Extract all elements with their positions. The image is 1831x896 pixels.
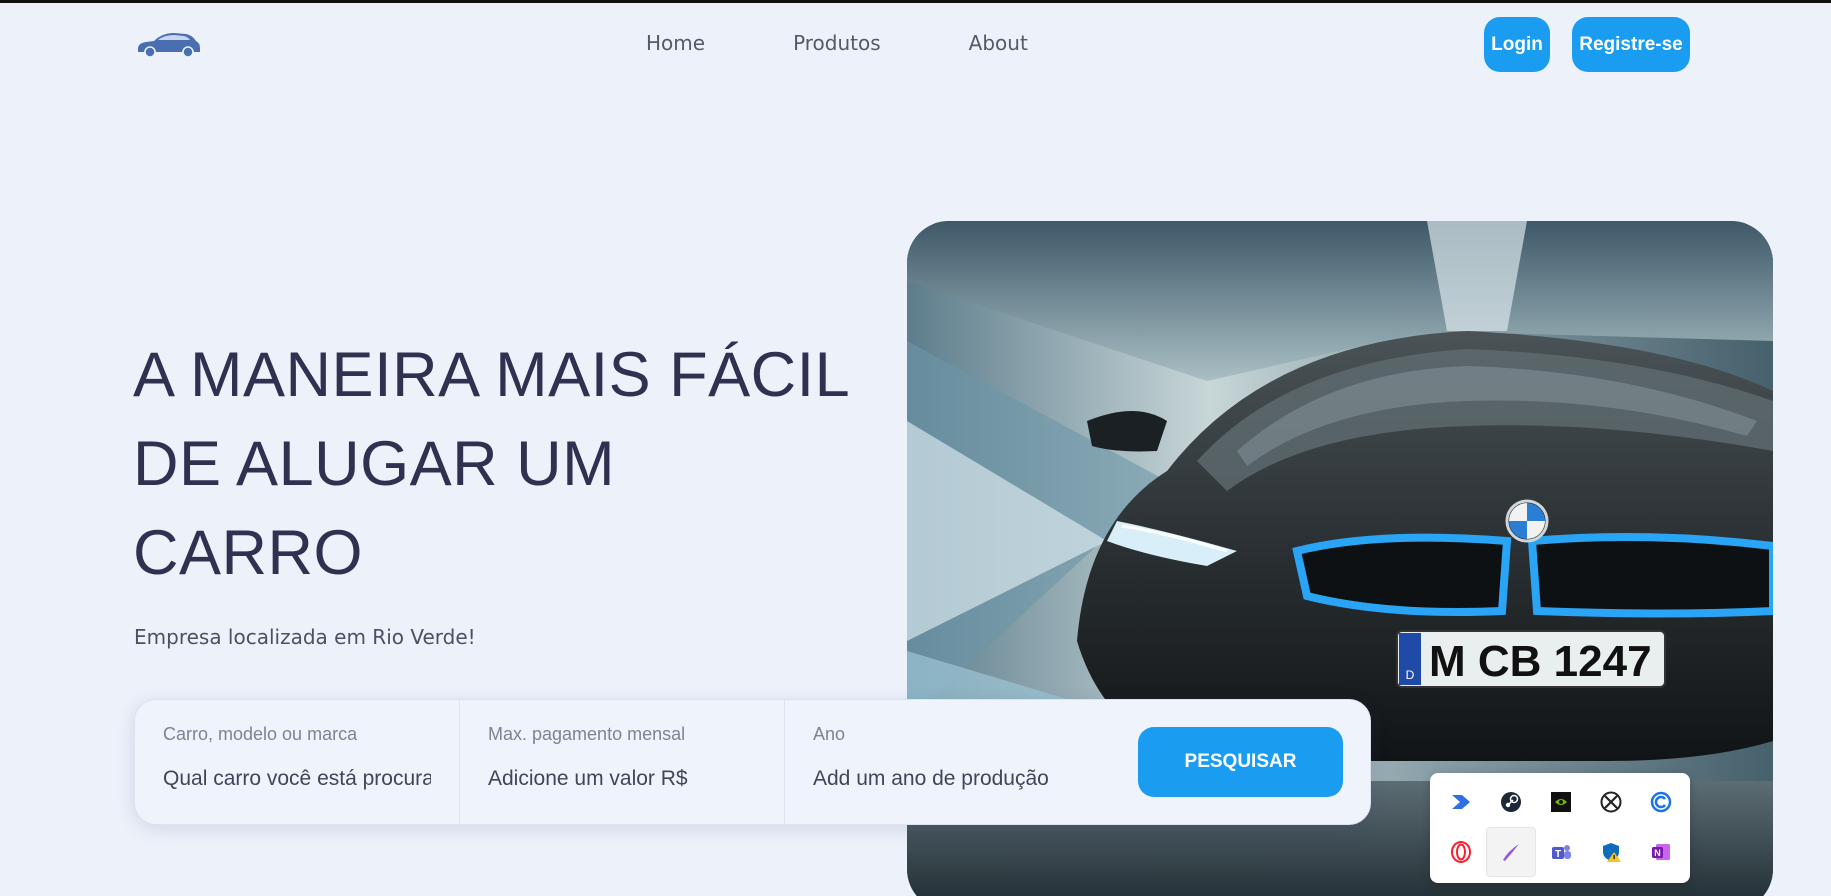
nav-home-link[interactable]: Home (646, 31, 705, 55)
search-bar: Carro, modelo ou marca Max. pagamento me… (134, 699, 1371, 825)
ccleaner-icon[interactable] (1636, 777, 1686, 827)
power-automate-icon[interactable] (1436, 777, 1486, 827)
steam-icon[interactable] (1486, 777, 1536, 827)
search-field-year: Ano (785, 700, 1085, 824)
login-button[interactable]: Login (1484, 17, 1550, 72)
onenote-icon[interactable]: N (1636, 827, 1686, 877)
car-field-label: Carro, modelo ou marca (163, 724, 358, 744)
nav-about-link[interactable]: About (969, 31, 1028, 55)
nav-produtos-link[interactable]: Produtos (793, 31, 881, 55)
car-logo-icon[interactable] (134, 25, 202, 61)
svg-text:N: N (1654, 848, 1661, 858)
teams-icon[interactable]: T (1536, 827, 1586, 877)
search-button[interactable]: PESQUISAR (1138, 727, 1343, 797)
year-input[interactable] (813, 767, 1057, 791)
search-field-car: Carro, modelo ou marca (135, 700, 460, 824)
svg-text:T: T (1555, 849, 1561, 860)
search-field-payment: Max. pagamento mensal (460, 700, 785, 824)
year-field-label: Ano (813, 724, 846, 744)
pen-tool-icon[interactable] (1486, 827, 1536, 877)
register-button[interactable]: Registre-se (1572, 17, 1690, 72)
main-nav: Home Produtos About (646, 31, 1028, 55)
defender-warning-icon[interactable] (1586, 827, 1636, 877)
plate-country: D (1406, 668, 1415, 682)
payment-input[interactable] (488, 767, 756, 791)
system-tray-popup: T N (1430, 773, 1690, 883)
license-plate-text: M CB 1247 (1429, 637, 1652, 686)
payment-field-label: Max. pagamento mensal (488, 724, 686, 744)
opera-icon[interactable] (1436, 827, 1486, 877)
hero-subtitle: Empresa localizada em Rio Verde! (134, 625, 476, 649)
xbox-icon[interactable] (1586, 777, 1636, 827)
hero-headline: A MANEIRA MAIS FÁCIL DE ALUGAR UM CARRO (133, 340, 848, 588)
car-search-input[interactable] (163, 767, 431, 791)
nvidia-icon[interactable] (1536, 777, 1586, 827)
